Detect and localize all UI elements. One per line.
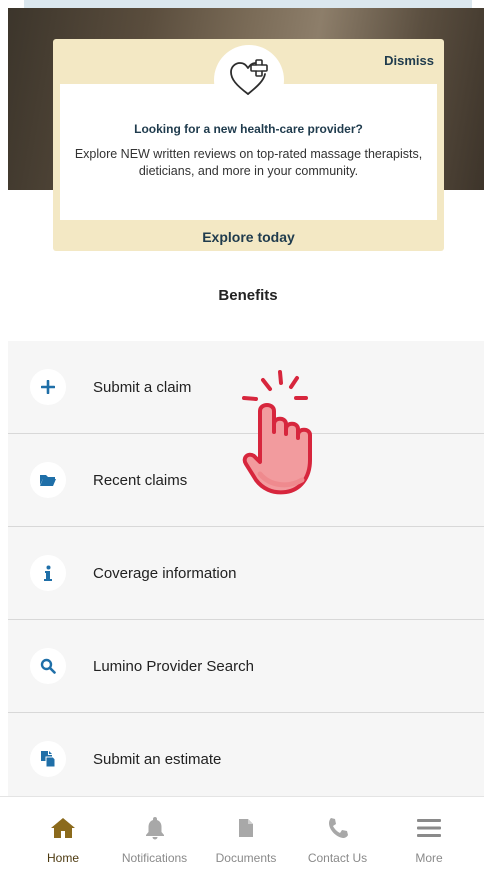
bell-icon (145, 815, 165, 841)
menu-icon (417, 815, 441, 841)
benefit-item-label: Submit an estimate (93, 750, 222, 768)
benefit-item-provider-search[interactable]: Lumino Provider Search (8, 620, 484, 713)
benefit-item-recent-claims[interactable]: Recent claims (8, 434, 484, 527)
nav-label: Documents (215, 851, 277, 865)
heart-plus-icon (228, 58, 270, 103)
document-icon (238, 815, 254, 841)
info-icon (30, 555, 66, 591)
home-icon (50, 815, 76, 841)
benefits-heading: Benefits (218, 287, 278, 304)
plus-icon (30, 369, 66, 405)
promo-card: Looking for a new health-care provider? … (53, 39, 444, 251)
benefit-item-label: Coverage information (93, 564, 237, 582)
promo-title: Looking for a new health-care provider? (134, 122, 363, 136)
nav-home[interactable]: Home (18, 797, 108, 869)
search-icon (30, 648, 66, 684)
benefit-item-submit-claim[interactable]: Submit a claim (8, 341, 484, 434)
promo-text: Explore NEW written reviews on top-rated… (74, 147, 423, 178)
nav-label: Contact Us (307, 851, 368, 865)
folder-icon (30, 462, 66, 498)
promo-icon-badge (214, 45, 284, 115)
benefit-item-label: Lumino Provider Search (93, 657, 254, 675)
bottom-nav: Home Notifications Documents Contact Us … (0, 796, 484, 869)
phone-icon (326, 815, 350, 841)
nav-more[interactable]: More (384, 797, 474, 869)
hero-top-strip (24, 0, 472, 8)
benefit-item-label: Submit a claim (93, 378, 192, 396)
nav-label: Notifications (121, 851, 188, 865)
nav-contact-us[interactable]: Contact Us (293, 797, 383, 869)
benefit-item-label: Recent claims (93, 471, 188, 489)
nav-label: Home (46, 851, 79, 865)
document-copy-icon (30, 741, 66, 777)
nav-label: More (415, 851, 443, 865)
benefits-list: Submit a claim Recent claims Coverage in… (8, 341, 484, 806)
explore-today-link[interactable]: Explore today (53, 229, 444, 245)
benefit-item-submit-estimate[interactable]: Submit an estimate (8, 713, 484, 806)
nav-documents[interactable]: Documents (201, 797, 291, 869)
dismiss-button[interactable]: Dismiss (384, 53, 434, 68)
benefit-item-coverage[interactable]: Coverage information (8, 527, 484, 620)
nav-notifications[interactable]: Notifications (110, 797, 200, 869)
